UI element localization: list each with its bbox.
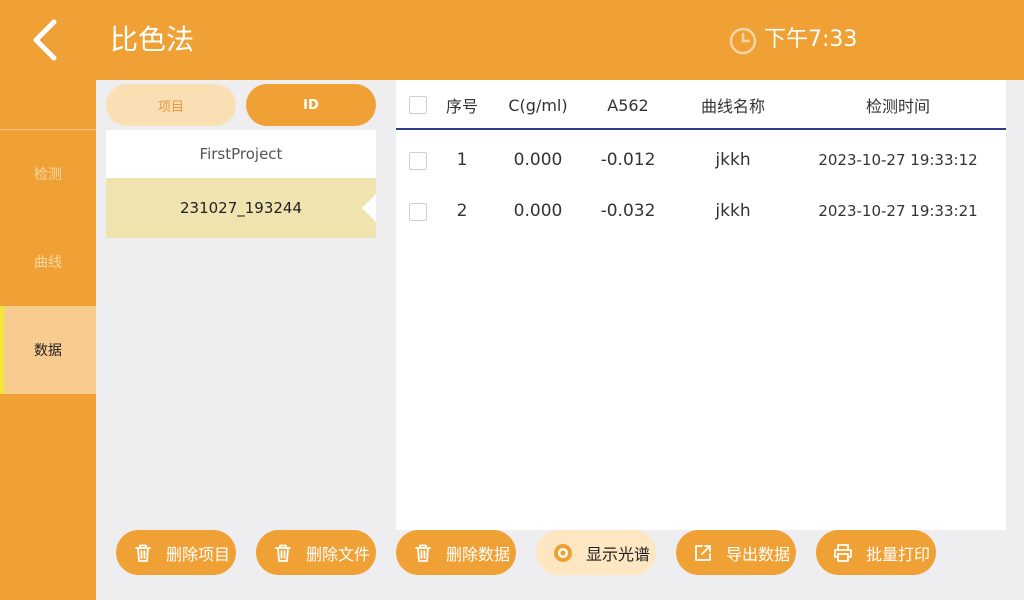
list-item[interactable]: FirstProject xyxy=(106,130,376,178)
button-label: 显示光谱 xyxy=(586,544,651,564)
export-icon xyxy=(695,544,711,561)
trash-icon xyxy=(135,544,151,562)
sidebar-item-label: 数据 xyxy=(34,343,62,359)
cell-detect-time: 2023-10-27 19:33:12 xyxy=(818,151,978,169)
data-table: 序号 C(g/ml) A562 曲线名称 检测时间 1 0.000 -0.012… xyxy=(396,80,1006,530)
cell-concentration: 0.000 xyxy=(513,201,563,221)
table-row[interactable]: 2 0.000 -0.032 jkkh 2023-10-27 19:33:21 xyxy=(396,186,1006,236)
chevron-left-icon xyxy=(33,19,57,61)
header-concentration: C(g/ml) xyxy=(508,95,568,115)
app-header: 比色法 下午7:33 xyxy=(0,0,1024,80)
table-row[interactable]: 1 0.000 -0.012 jkkh 2023-10-27 19:33:12 xyxy=(396,135,1006,185)
trash-icon xyxy=(415,544,431,562)
sidebar-item-detect[interactable]: 检测 xyxy=(0,130,96,218)
cell-absorbance: -0.032 xyxy=(600,201,656,221)
button-label: 删除文件 xyxy=(306,544,371,564)
cell-curve-name: jkkh xyxy=(715,150,751,170)
header-detect-time: 检测时间 xyxy=(865,97,930,116)
back-button[interactable] xyxy=(22,16,70,64)
trash-icon xyxy=(275,544,291,562)
export-data-button[interactable]: 导出数据 xyxy=(676,530,796,575)
header-curve-name: 曲线名称 xyxy=(700,97,765,116)
list-item-selected[interactable]: 231027_193244 xyxy=(106,178,376,238)
list-item-label: 231027_193244 xyxy=(179,199,303,217)
table-header: 序号 C(g/ml) A562 曲线名称 检测时间 xyxy=(396,80,1006,130)
page-title: 比色法 xyxy=(110,23,195,56)
cell-concentration: 0.000 xyxy=(513,150,563,170)
select-all-checkbox[interactable] xyxy=(409,96,427,114)
delete-data-button[interactable]: 删除数据 xyxy=(396,530,516,575)
selection-pointer xyxy=(362,194,376,222)
button-label: 导出数据 xyxy=(726,544,791,564)
delete-file-button[interactable]: 删除文件 xyxy=(256,530,376,575)
header-index: 序号 xyxy=(445,97,478,116)
sidebar-item-label: 曲线 xyxy=(34,255,62,271)
tab-project[interactable]: 项目 xyxy=(106,84,236,126)
status-time: 下午7:33 xyxy=(764,27,858,52)
cell-curve-name: jkkh xyxy=(715,201,751,221)
batch-print-button[interactable]: 批量打印 xyxy=(816,530,936,575)
button-label: 删除数据 xyxy=(446,544,511,564)
list-item-label: FirstProject xyxy=(199,145,283,163)
eye-icon xyxy=(554,543,572,562)
row-checkbox[interactable] xyxy=(409,203,427,221)
header-absorbance: A562 xyxy=(607,95,649,115)
cell-index: 2 xyxy=(456,201,468,221)
cell-detect-time: 2023-10-27 19:33:21 xyxy=(818,202,978,220)
printer-icon xyxy=(834,543,852,562)
show-spectrum-button[interactable]: 显示光谱 xyxy=(536,530,656,575)
delete-project-button[interactable]: 删除项目 xyxy=(116,530,236,575)
row-checkbox[interactable] xyxy=(409,152,427,170)
sidebar: 检测 曲线 数据 xyxy=(0,80,96,600)
sidebar-item-label: 检测 xyxy=(34,167,62,183)
sidebar-item-data[interactable]: 数据 xyxy=(0,306,96,394)
cell-index: 1 xyxy=(456,150,468,170)
button-label: 批量打印 xyxy=(866,544,931,564)
sidebar-item-curve[interactable]: 曲线 xyxy=(0,218,96,306)
button-label: 删除项目 xyxy=(166,544,231,564)
cell-absorbance: -0.012 xyxy=(600,150,656,170)
tab-id[interactable]: ID xyxy=(246,84,376,126)
clock-icon xyxy=(729,27,757,55)
